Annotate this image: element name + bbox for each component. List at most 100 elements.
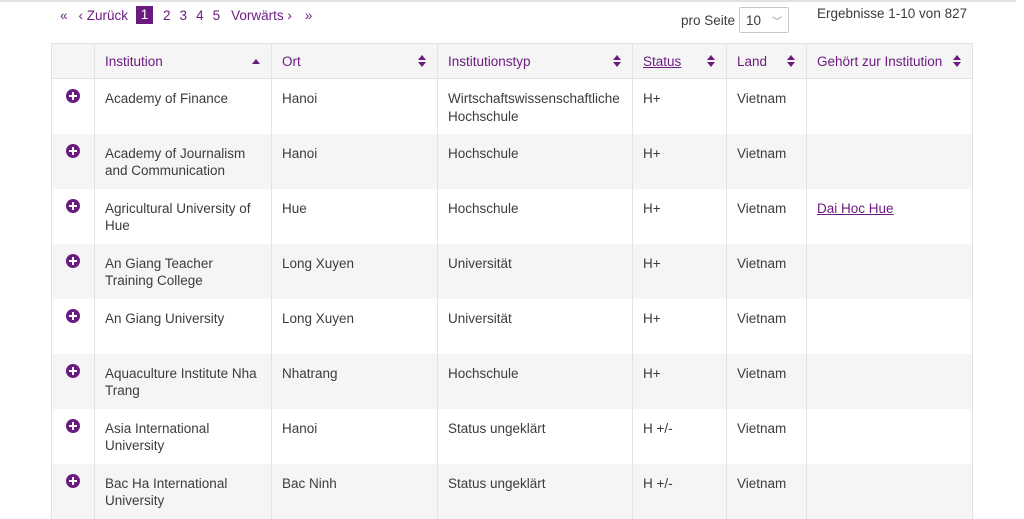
land-cell: Vietnam [726,408,807,464]
expand-cell [51,463,95,519]
column-header-label: Institution [105,53,163,69]
column-header-label: Land [737,53,768,69]
column-header-land[interactable]: Land [726,43,807,79]
land-cell: Vietnam [726,133,807,189]
sort-icon [952,55,962,67]
institutions-table: Institution Ort Institutionstyp Status L… [51,43,973,519]
parent-cell [806,298,973,354]
institution-cell: Aquaculture Institute Nha Trang [94,353,272,409]
per-page-select[interactable]: 10 ﹀ [739,7,790,33]
typ-cell: Hochschule [437,188,633,244]
per-page-label: pro Seite [681,12,736,28]
expand-plus-icon[interactable] [66,418,80,433]
column-header-typ[interactable]: Institutionstyp [437,43,633,79]
typ-cell: Hochschule [437,353,633,409]
column-header-label: Ort [282,53,301,69]
column-header-parent[interactable]: Gehört zur Institution [806,43,973,79]
table-row: Asia International University Hanoi Stat… [51,408,973,464]
table-row: Aquaculture Institute Nha Trang Nhatrang… [51,353,973,409]
typ-cell: Status ungeklärt [437,408,633,464]
expand-plus-icon[interactable] [66,143,80,158]
ort-cell: Hanoi [271,133,438,189]
status-cell: H +/- [632,463,727,519]
per-page-value: 10 [746,12,762,28]
expand-plus-icon[interactable] [66,308,80,323]
parent-cell [806,78,973,134]
status-cell: H+ [632,298,727,354]
table-row: Agricultural University of Hue Hue Hochs… [51,188,973,244]
sort-icon [417,55,427,67]
results-count: Ergebnisse 1-10 von 827 [817,6,968,21]
land-cell: Vietnam [726,78,807,134]
expand-cell [51,243,95,299]
status-cell: H+ [632,243,727,299]
scrollbar-gutter [1016,0,1024,481]
expand-column-header [51,43,95,79]
sort-ascending-icon [251,58,261,64]
ort-cell: Nhatrang [271,353,438,409]
column-header-status[interactable]: Status [632,43,727,79]
parent-cell [806,243,973,299]
page-link-2[interactable]: 2 [163,8,171,23]
ort-cell: Hue [271,188,438,244]
per-page-control: pro Seite 10 ﹀ [681,6,790,34]
top-divider [0,0,1016,2]
pagination: « ‹ Zurück 1 2 3 4 5 Vorwärts › » [60,5,321,25]
current-page: 1 [136,6,154,24]
expand-cell [51,78,95,134]
first-page-link[interactable]: « [60,8,68,23]
last-page-link[interactable]: » [305,8,313,23]
column-header-institution[interactable]: Institution [94,43,272,79]
land-cell: Vietnam [726,353,807,409]
column-header-label: Status [643,53,682,69]
expand-plus-icon[interactable] [66,253,80,268]
parent-institution-link[interactable]: Dai Hoc Hue [817,201,894,216]
parent-cell [806,408,973,464]
institution-cell: Academy of Finance [94,78,272,134]
table-row: An Giang University Long Xuyen Universit… [51,298,973,354]
expand-cell [51,133,95,189]
previous-page-link[interactable]: ‹ Zurück [79,8,129,23]
column-header-ort[interactable]: Ort [271,43,438,79]
parent-cell [806,353,973,409]
status-cell: H +/- [632,408,727,464]
expand-plus-icon[interactable] [66,198,80,213]
land-cell: Vietnam [726,188,807,244]
expand-cell [51,408,95,464]
page-link-5[interactable]: 5 [213,8,221,23]
table-row: An Giang Teacher Training College Long X… [51,243,973,299]
ort-cell: Long Xuyen [271,298,438,354]
land-cell: Vietnam [726,298,807,354]
table-header-row: Institution Ort Institutionstyp Status L… [51,43,973,79]
typ-cell: Universität [437,298,633,354]
column-header-label: Institutionstyp [448,53,531,69]
typ-cell: Status ungeklärt [437,463,633,519]
next-page-link[interactable]: Vorwärts › [231,8,292,23]
status-cell: H+ [632,78,727,134]
institution-cell: Bac Ha International University [94,463,272,519]
table-row: Academy of Journalism and Communication … [51,133,973,189]
sort-icon [706,55,716,67]
column-header-label: Gehört zur Institution [817,53,943,69]
institution-cell: Asia International University [94,408,272,464]
expand-plus-icon[interactable] [66,89,80,103]
parent-cell: Dai Hoc Hue [806,188,973,244]
sort-icon [786,55,796,67]
expand-cell [51,298,95,354]
page-link-3[interactable]: 3 [180,8,188,23]
expand-cell [51,353,95,409]
ort-cell: Hanoi [271,408,438,464]
institution-cell: An Giang Teacher Training College [94,243,272,299]
parent-cell [806,133,973,189]
table-row: Bac Ha International University Bac Ninh… [51,463,973,519]
status-cell: H+ [632,133,727,189]
expand-plus-icon[interactable] [66,363,80,378]
typ-cell: Wirtschaftswissenschaftliche Hochschule [437,78,633,134]
page-link-4[interactable]: 4 [196,8,204,23]
status-cell: H+ [632,353,727,409]
sort-icon [612,55,622,67]
land-cell: Vietnam [726,243,807,299]
chevron-down-icon: ﹀ [772,16,783,28]
expand-cell [51,188,95,244]
status-cell: H+ [632,188,727,244]
